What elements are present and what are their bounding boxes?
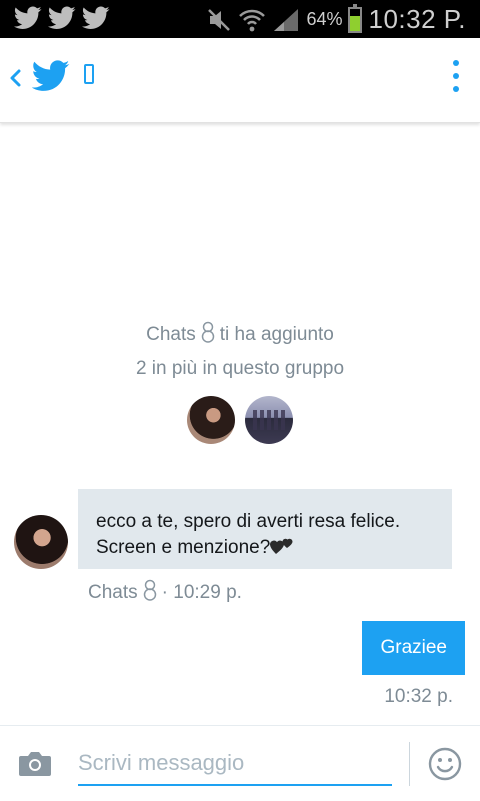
outgoing-message-bubble[interactable]: Graziee: [362, 621, 465, 675]
snowman-icon: [143, 579, 156, 601]
avatar[interactable]: [14, 515, 68, 569]
message-meta: Chats · 10:29 p.: [88, 579, 242, 604]
emoji-icon[interactable]: [428, 747, 462, 781]
hearts-emoji-icon: [270, 538, 293, 554]
mute-icon: [208, 8, 231, 31]
signal-icon: [274, 8, 299, 31]
group-members: [0, 396, 480, 444]
overflow-menu-icon[interactable]: [450, 60, 462, 98]
added-text: ti ha aggiunto: [219, 324, 334, 345]
compose-bar: [0, 725, 480, 801]
added-by-line: Chats ti ha aggiunto: [0, 320, 480, 350]
divider: [409, 742, 410, 786]
camera-icon[interactable]: [18, 750, 52, 778]
snowman-icon: [201, 321, 215, 343]
twitter-bird-icon: [14, 6, 42, 29]
message-time: · 10:29 p.: [161, 582, 242, 603]
message-bubble[interactable]: ecco a te, spero di averti resa felice. …: [78, 489, 452, 569]
message-line: ecco a te, spero di averti resa felice.: [96, 511, 401, 532]
message-time: 10:32 p.: [384, 686, 453, 707]
message-input[interactable]: [78, 742, 392, 786]
twitter-logo-icon[interactable]: [32, 60, 70, 92]
battery-icon: [348, 3, 363, 33]
wifi-icon: [239, 9, 266, 31]
adder-name[interactable]: Chats: [146, 324, 196, 345]
notification-icons: [14, 6, 110, 30]
sender-name[interactable]: Chats: [88, 582, 138, 603]
message-line: Screen e menzione?: [96, 535, 436, 561]
group-added-notice: Chats ti ha aggiunto 2 in più in questo …: [0, 320, 480, 444]
unknown-glyph-icon[interactable]: [84, 64, 94, 84]
twitter-bird-icon: [82, 6, 110, 29]
system-status: 64% 10:32 P.: [206, 3, 466, 35]
back-chevron-icon[interactable]: [6, 60, 24, 96]
avatar[interactable]: [245, 396, 293, 444]
clock: 10:32 P.: [368, 4, 466, 34]
group-count-line: 2 in più in questo gruppo: [135, 358, 345, 379]
twitter-bird-icon: [48, 6, 76, 29]
battery-percentage: 64%: [306, 9, 343, 29]
action-bar: [0, 38, 480, 123]
status-bar: 64% 10:32 P.: [0, 0, 480, 38]
avatar[interactable]: [187, 396, 235, 444]
